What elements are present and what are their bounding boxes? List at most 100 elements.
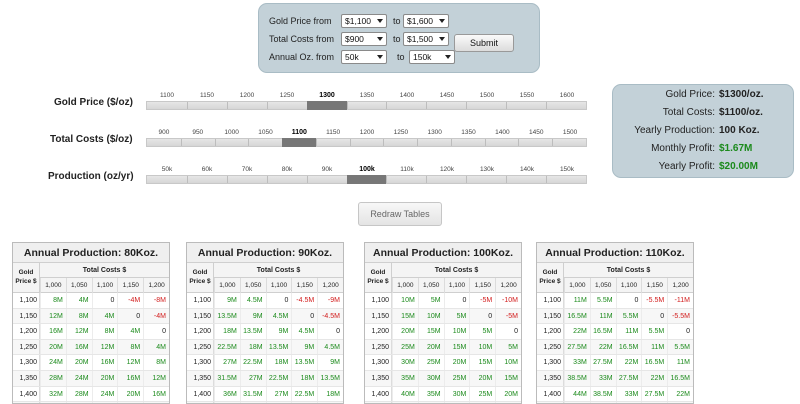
profit-cell: 5.5M	[589, 293, 616, 308]
profit-cell: 25M	[417, 355, 444, 370]
gold-slider[interactable]	[146, 101, 587, 110]
profit-cell: 13.5M	[291, 355, 317, 370]
profit-cell: 33M	[615, 386, 642, 402]
slider-segment-divider	[226, 102, 228, 109]
table-row: 1,350 28M 24M 20M 16M 12M	[13, 370, 169, 387]
slider-thumb[interactable]	[346, 175, 387, 184]
slider-segment-divider	[386, 102, 388, 109]
profit-cell: 11M	[564, 293, 590, 308]
slider-tick-label: 1000	[224, 129, 239, 136]
profit-cell: 22.5M	[291, 386, 317, 402]
slider-tick-label: 1150	[200, 92, 214, 99]
profit-cell: 28M	[65, 386, 92, 402]
chevron-down-icon	[377, 19, 383, 23]
table-row: 1,100 11M 5.5M 0 -5.5M -11M	[537, 293, 693, 309]
profit-cell: 10M	[417, 308, 444, 324]
gold-price-cell: 1,300	[13, 355, 40, 370]
to-label: to	[393, 34, 401, 44]
slider-tick-label: 100k	[359, 166, 375, 173]
oz-to-select[interactable]: 150k	[409, 50, 455, 64]
profit-cell: 12M	[65, 324, 92, 339]
slider-segment-divider	[546, 176, 548, 183]
profit-cell: -5.5M	[667, 308, 693, 324]
profit-cell: 15M	[469, 355, 495, 370]
gold-price-header: Gold Price $	[365, 263, 392, 293]
costs-range-label: Total Costs from	[269, 34, 335, 44]
gold-to-select[interactable]: $1,600	[403, 14, 449, 28]
profit-cell: 22M	[615, 355, 642, 370]
slider-tick-label: 80k	[281, 166, 293, 173]
cost-column-header: 1,150	[291, 278, 317, 293]
profit-cell: 18M	[239, 339, 266, 355]
slider-tick-label: 1400	[495, 129, 510, 136]
slider-segment-divider	[546, 102, 548, 109]
profit-cell: 9M	[291, 339, 317, 355]
oz-from-select[interactable]: 50k	[341, 50, 387, 64]
cost-column-header: 1,200	[143, 278, 169, 293]
submit-button[interactable]: Submit	[454, 34, 514, 52]
slider-tick-label: 1500	[562, 129, 578, 136]
costs-slider[interactable]	[146, 138, 587, 147]
summary-monthly-row: Monthly Profit: $1.67M	[613, 141, 795, 157]
profit-cell: 16.5M	[564, 308, 590, 324]
cost-column-header: 1,050	[65, 278, 92, 293]
table-row: 1,350 31.5M 27M 22.5M 18M 13.5M	[187, 370, 343, 387]
cost-column-header: 1,150	[641, 278, 667, 293]
profit-cell: 27.5M	[564, 339, 590, 355]
gold-price-cell: 1,200	[537, 324, 564, 339]
slider-tick-label: 110k	[400, 166, 414, 173]
slider-thumb[interactable]	[282, 138, 316, 147]
gold-price-cell: 1,350	[13, 370, 40, 386]
slider-tick-label: 900	[158, 129, 170, 136]
profit-cell: 4.5M	[265, 308, 292, 324]
summary-production-value: 100 Koz.	[719, 125, 760, 136]
profit-cell: 31.5M	[214, 370, 240, 386]
redraw-tables-button[interactable]: Redraw Tables	[358, 202, 442, 226]
table-row: 1,200 22M 16.5M 11M 5.5M 0	[537, 324, 693, 340]
slider-segment-divider	[552, 139, 554, 146]
profit-cell: 8M	[117, 339, 143, 355]
profit-cell: 0	[91, 293, 118, 308]
profit-table: Annual Production: 100Koz. Gold Price $ To…	[364, 242, 522, 404]
summary-yearly-label: Yearly Profit:	[658, 161, 715, 172]
profit-summary-panel: Gold Price: $1300/oz. Total Costs: $1100…	[612, 84, 794, 178]
gold-price-cell: 1,300	[365, 355, 392, 370]
profit-cell: 0	[443, 293, 470, 308]
summary-production-label: Yearly Production:	[634, 125, 715, 136]
gold-price-header: Gold Price $	[537, 263, 564, 293]
profit-cell: 16M	[117, 370, 143, 386]
table-row: 1,250 27.5M 22M 16.5M 11M 5.5M	[537, 339, 693, 356]
profit-cell: 12M	[117, 355, 143, 370]
profit-cell: 4.5M	[291, 324, 317, 339]
table-row: 1,150 15M 10M 5M 0 -5M	[365, 308, 521, 325]
profit-cell: -11M	[667, 293, 693, 308]
table-row: 1,200 16M 12M 8M 4M 0	[13, 324, 169, 340]
slider-segment-divider	[180, 139, 182, 146]
profit-cell: 27M	[214, 355, 240, 370]
profit-cell: 20M	[91, 370, 118, 386]
gold-price-header: Gold Price $	[187, 263, 214, 293]
profit-cell: 32M	[40, 386, 66, 402]
slider-tick-label: 1450	[528, 129, 544, 136]
costs-from-select[interactable]: $900	[341, 32, 387, 46]
profit-cell: 30M	[392, 355, 418, 370]
profit-cell: 16M	[91, 355, 118, 370]
profit-cell: -4.5M	[291, 293, 317, 308]
slider-tick-label: 150k	[559, 166, 575, 173]
gold-price-cell: 1,100	[187, 293, 214, 308]
table-header: Gold Price $ Total Costs $1,000 1,050 1,100…	[13, 263, 169, 293]
costs-to-select[interactable]: $1,500	[403, 32, 449, 46]
profit-cell: 5M	[417, 293, 444, 308]
slider-tick-label: 1200	[239, 92, 255, 99]
profit-cell: 22.5M	[214, 339, 240, 355]
slider-tick-label: 1350	[359, 92, 375, 99]
table-row: 1,300 33M 27.5M 22M 16.5M 11M	[537, 355, 693, 371]
cost-column-header: 1,000	[214, 278, 240, 293]
profit-cell: 8M	[65, 308, 92, 324]
profit-cell: 18M	[214, 324, 240, 339]
slider-thumb[interactable]	[306, 101, 347, 110]
production-slider[interactable]	[146, 175, 587, 184]
gold-from-select[interactable]: $1,100	[341, 14, 387, 28]
slider-segment-divider	[248, 139, 250, 146]
slider-segment-divider	[506, 176, 508, 183]
